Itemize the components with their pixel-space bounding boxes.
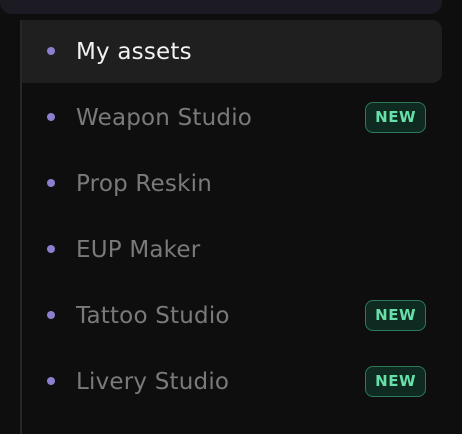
- nav-item-prop-reskin[interactable]: Prop Reskin: [22, 152, 442, 215]
- bullet-icon: [47, 377, 55, 385]
- nav-item-tattoo-studio[interactable]: Tattoo Studio NEW: [22, 284, 442, 347]
- new-badge: NEW: [365, 366, 426, 397]
- nav-item-label: Weapon Studio: [76, 105, 253, 131]
- bullet-icon: [47, 245, 55, 253]
- bullet-icon: [47, 179, 55, 187]
- nav-item-label: My assets: [76, 39, 192, 65]
- bullet-icon: [47, 47, 55, 55]
- parent-menu-item-edge: [0, 0, 442, 14]
- new-badge: NEW: [365, 102, 426, 133]
- sidebar-submenu: My assets Weapon Studio NEW Prop Reskin …: [0, 0, 462, 434]
- submenu-list: My assets Weapon Studio NEW Prop Reskin …: [22, 20, 442, 416]
- nav-item-weapon-studio[interactable]: Weapon Studio NEW: [22, 86, 442, 149]
- nav-item-label: Prop Reskin: [76, 171, 212, 197]
- new-badge: NEW: [365, 300, 426, 331]
- nav-item-eup-maker[interactable]: EUP Maker: [22, 218, 442, 281]
- nav-item-label: Tattoo Studio: [76, 303, 230, 329]
- nav-item-label: Livery Studio: [76, 369, 230, 395]
- nav-item-livery-studio[interactable]: Livery Studio NEW: [22, 350, 442, 413]
- bullet-icon: [47, 311, 55, 319]
- nav-item-my-assets[interactable]: My assets: [22, 20, 442, 83]
- bullet-icon: [47, 113, 55, 121]
- nav-item-label: EUP Maker: [76, 237, 201, 263]
